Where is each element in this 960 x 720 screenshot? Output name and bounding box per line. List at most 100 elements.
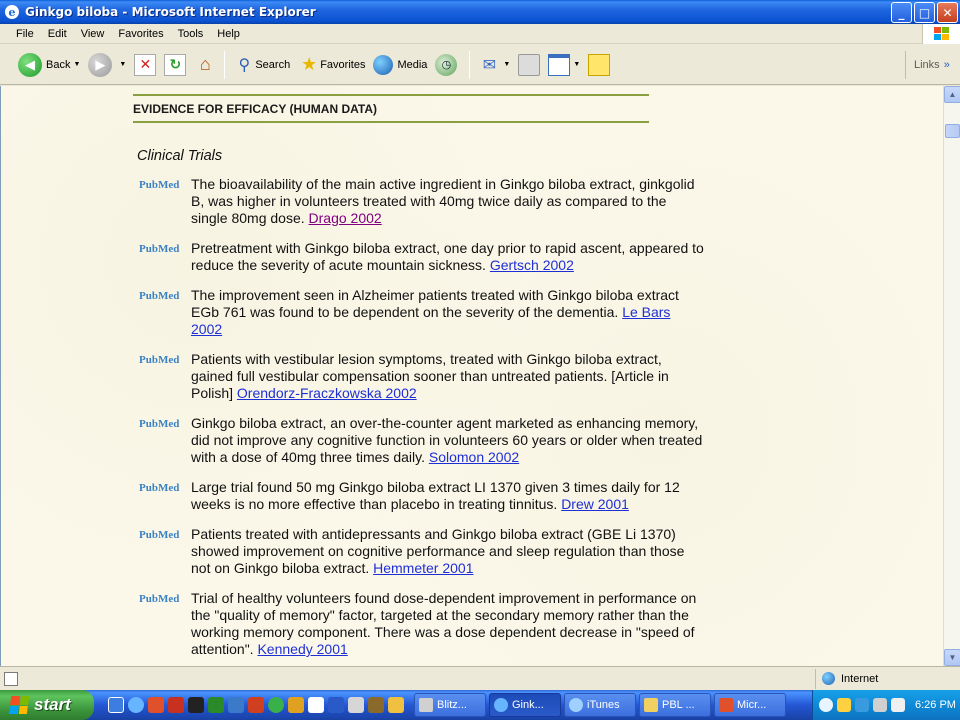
- task-label: iTunes: [587, 699, 620, 711]
- list-item: PubMed Patients with vestibular lesion s…: [139, 351, 709, 402]
- star-icon: ★: [301, 54, 318, 74]
- internet-zone-icon: [822, 672, 835, 685]
- edit-dropdown-icon[interactable]: ▼: [573, 61, 580, 68]
- page-viewport[interactable]: EVIDENCE FOR EFFICACY (HUMAN DATA) Clini…: [0, 86, 943, 666]
- stop-icon: ✕: [134, 53, 157, 76]
- history-button[interactable]: ◷: [431, 48, 465, 82]
- powerpoint-icon[interactable]: [148, 697, 164, 713]
- scroll-up-button[interactable]: ▲: [944, 86, 960, 103]
- citation-link[interactable]: Hemmeter 2001: [373, 560, 473, 576]
- tray-icon[interactable]: [855, 698, 869, 712]
- print-button[interactable]: [514, 48, 544, 82]
- quick-launch-icon[interactable]: [108, 697, 124, 713]
- section-heading: EVIDENCE FOR EFFICACY (HUMAN DATA): [133, 94, 649, 123]
- pubmed-badge[interactable]: PubMed: [139, 479, 191, 513]
- windows-logo-icon: [922, 24, 960, 44]
- tray-icon[interactable]: [837, 698, 851, 712]
- pdf-icon[interactable]: [248, 697, 264, 713]
- stop-button[interactable]: ✕: [130, 48, 160, 82]
- close-button[interactable]: ✕: [937, 2, 958, 23]
- word-icon[interactable]: [328, 697, 344, 713]
- menu-view[interactable]: View: [75, 28, 111, 40]
- tray-icon[interactable]: [873, 698, 887, 712]
- citation-link[interactable]: Drago 2002: [309, 210, 382, 226]
- page-done-icon: [4, 671, 18, 686]
- printer-icon: [518, 53, 541, 76]
- minimize-button[interactable]: _: [891, 2, 912, 23]
- menu-tools[interactable]: Tools: [172, 28, 210, 40]
- app-icon[interactable]: [388, 697, 404, 713]
- back-dropdown-icon[interactable]: ▼: [73, 61, 80, 68]
- task-button[interactable]: Blitz...: [414, 693, 486, 717]
- start-button[interactable]: start: [0, 690, 94, 720]
- citation-link[interactable]: Drew 2001: [561, 496, 629, 512]
- citation-link[interactable]: Kennedy 2001: [257, 641, 347, 657]
- pubmed-badge[interactable]: PubMed: [139, 176, 191, 227]
- media-player-icon[interactable]: [268, 697, 284, 713]
- clock[interactable]: 6:26 PM: [915, 699, 956, 711]
- task-button[interactable]: iTunes: [564, 693, 636, 717]
- mail-dropdown-icon[interactable]: ▼: [503, 61, 510, 68]
- pubmed-badge[interactable]: PubMed: [139, 590, 191, 658]
- list-item: PubMed Pretreatment with Ginkgo biloba e…: [139, 240, 709, 274]
- mail-button[interactable]: ✉ ▼: [474, 48, 514, 82]
- pubmed-badge[interactable]: PubMed: [139, 415, 191, 466]
- mail-icon: ✉: [482, 56, 497, 74]
- search-label: Search: [255, 58, 291, 71]
- app-icon[interactable]: [228, 697, 244, 713]
- citation-link[interactable]: Gertsch 2002: [490, 257, 574, 273]
- security-zone: Internet: [816, 672, 878, 685]
- scroll-thumb[interactable]: [945, 124, 960, 138]
- maximize-button[interactable]: □: [914, 2, 935, 23]
- back-arrow-icon: ◀: [18, 52, 42, 77]
- airplane-icon[interactable]: [188, 697, 204, 713]
- citation-link[interactable]: Solomon 2002: [429, 449, 519, 465]
- app-icon[interactable]: [348, 697, 364, 713]
- menu-favorites[interactable]: Favorites: [112, 28, 169, 40]
- edit-button[interactable]: ▼: [544, 48, 584, 82]
- forward-dropdown-icon[interactable]: ▼: [119, 61, 126, 68]
- favorites-button[interactable]: ★ Favorites: [294, 48, 369, 82]
- title-bar[interactable]: e Ginkgo biloba - Microsoft Internet Exp…: [0, 0, 960, 24]
- itunes-icon: [569, 698, 583, 712]
- forward-button[interactable]: ▶ ▼: [84, 48, 130, 82]
- tray-chevron-icon[interactable]: [819, 698, 833, 712]
- menu-edit[interactable]: Edit: [42, 28, 73, 40]
- home-icon: ⌂: [199, 54, 211, 74]
- search-button[interactable]: ⚲ Search: [229, 48, 294, 82]
- back-button[interactable]: ◀ Back ▼: [14, 48, 84, 82]
- links-chevron-icon[interactable]: »: [944, 59, 950, 71]
- start-label: start: [34, 695, 71, 714]
- home-button[interactable]: ⌂: [190, 48, 220, 82]
- app-icon[interactable]: [308, 697, 324, 713]
- vertical-scrollbar[interactable]: ▲ ▼: [943, 86, 960, 666]
- volume-icon[interactable]: [891, 698, 905, 712]
- toolbar-separator: [224, 50, 226, 79]
- links-toolbar[interactable]: Links »: [905, 51, 960, 79]
- pubmed-badge[interactable]: PubMed: [139, 287, 191, 338]
- ie-quick-icon[interactable]: [128, 697, 144, 713]
- app-icon[interactable]: [168, 697, 184, 713]
- task-button[interactable]: Micr...: [714, 693, 786, 717]
- pubmed-badge[interactable]: PubMed: [139, 351, 191, 402]
- pubmed-badge[interactable]: PubMed: [139, 240, 191, 274]
- task-label: Gink...: [512, 699, 544, 711]
- task-button[interactable]: Gink...: [489, 693, 561, 717]
- pubmed-badge[interactable]: PubMed: [139, 526, 191, 577]
- window-title: Ginkgo biloba - Microsoft Internet Explo…: [25, 5, 316, 19]
- zone-label: Internet: [841, 672, 879, 685]
- app-icon[interactable]: [288, 697, 304, 713]
- scroll-down-button[interactable]: ▼: [944, 649, 960, 666]
- discuss-button[interactable]: [584, 48, 614, 82]
- excel-icon[interactable]: [208, 697, 224, 713]
- media-button[interactable]: Media: [369, 48, 431, 82]
- citation-link[interactable]: Orendorz-Fraczkowska 2002: [237, 385, 417, 401]
- list-item: PubMed Patients treated with antidepress…: [139, 526, 709, 577]
- task-label: Blitz...: [437, 699, 467, 711]
- menu-help[interactable]: Help: [211, 28, 246, 40]
- refresh-button[interactable]: ↻: [160, 48, 190, 82]
- app-icon[interactable]: [368, 697, 384, 713]
- menu-file[interactable]: File: [10, 28, 40, 40]
- task-button[interactable]: PBL ...: [639, 693, 711, 717]
- task-buttons: Blitz... Gink... iTunes PBL ... Micr...: [414, 693, 786, 717]
